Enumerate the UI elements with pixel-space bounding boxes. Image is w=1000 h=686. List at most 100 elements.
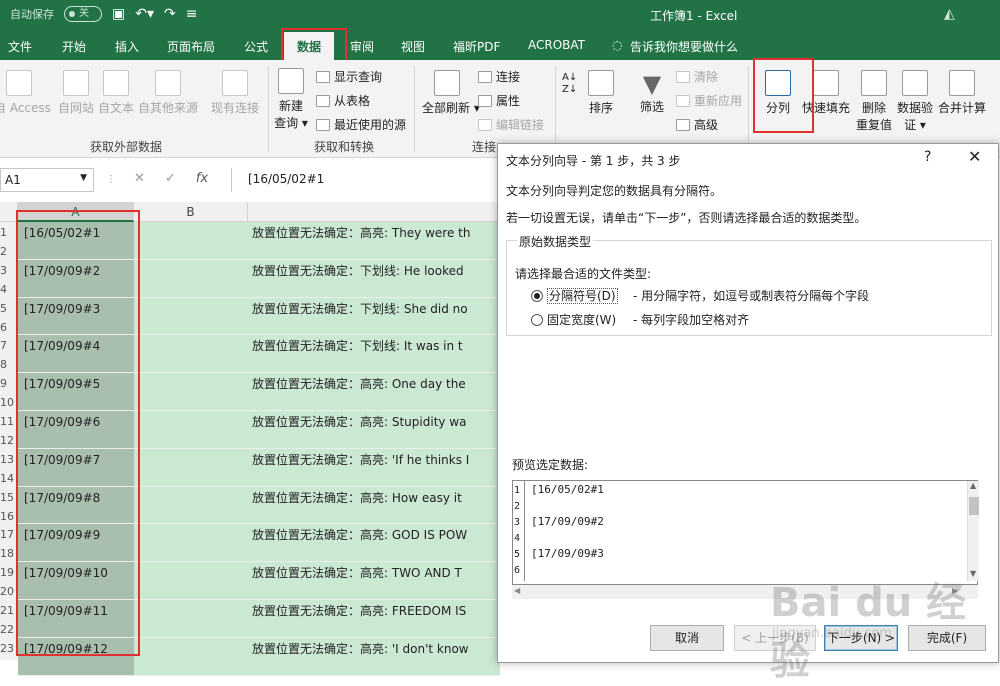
- group-label-connections: 连接: [472, 140, 497, 154]
- from-access-button[interactable]: 自 Access: [0, 70, 51, 116]
- cell-c[interactable]: 放置位置无法确定：下划线: She did no: [248, 297, 500, 336]
- cell-b[interactable]: [134, 448, 248, 487]
- advanced-filter-button[interactable]: 高级: [676, 116, 718, 133]
- recent-sources-icon: [316, 119, 330, 131]
- filter-icon: ▼: [642, 70, 662, 98]
- help-button[interactable]: ?: [924, 149, 931, 165]
- cell-b[interactable]: [134, 335, 248, 374]
- cell-b[interactable]: [134, 259, 248, 298]
- confirm-icon[interactable]: ✓: [165, 171, 176, 189]
- quick-access-toolbar: 自动保存 关 ▣ ↶▾ ↷ ≡: [10, 6, 197, 22]
- cell-b[interactable]: [134, 486, 248, 525]
- insert-function-icon[interactable]: fx: [196, 171, 208, 189]
- tab-acrobat[interactable]: ACROBAT: [528, 38, 585, 52]
- scroll-left-icon[interactable]: ◀: [514, 586, 520, 595]
- cell-c[interactable]: 放置位置无法确定：下划线: He looked: [248, 259, 500, 298]
- cell-b[interactable]: [134, 297, 248, 336]
- cell-c[interactable]: 放置位置无法确定：高亮: 'I don't know: [248, 637, 500, 676]
- cell-c[interactable]: 放置位置无法确定：高亮: FREEDOM IS: [248, 600, 500, 638]
- existing-connections-button[interactable]: 现有连接: [210, 70, 260, 116]
- account-icon[interactable]: ◭: [944, 6, 955, 22]
- cell-c[interactable]: 放置位置无法确定：高亮: They were th: [248, 222, 500, 260]
- delimited-radio[interactable]: [531, 290, 543, 302]
- show-queries-button[interactable]: 显示查询: [316, 68, 382, 85]
- column-header-c[interactable]: [248, 202, 500, 222]
- preview-line-number: 1: [514, 485, 521, 496]
- name-box[interactable]: A1 ▼: [0, 168, 94, 192]
- tell-me-search[interactable]: 告诉我你想要做什么: [630, 38, 738, 55]
- highlight-data-tab: [281, 28, 347, 64]
- from-other-sources-button[interactable]: 自其他来源: [138, 70, 198, 116]
- cell-c[interactable]: 放置位置无法确定：高亮: GOD IS POW: [248, 524, 500, 563]
- filter-button[interactable]: ▼ 筛选: [636, 70, 668, 115]
- cell-b[interactable]: [134, 600, 248, 638]
- formula-input[interactable]: [16/05/02#1: [248, 172, 324, 186]
- preview-line-number: 6: [514, 565, 521, 576]
- tab-home[interactable]: 开始: [62, 38, 86, 55]
- connections-small-icon: [478, 71, 492, 83]
- group-label-get-external: 获取外部数据: [90, 140, 163, 154]
- cell-c[interactable]: 放置位置无法确定：高亮: Stupidity wa: [248, 411, 500, 449]
- preview-vertical-scrollbar[interactable]: ▲ ▼: [967, 481, 979, 581]
- baidu-watermark-url: jingyan.baidu.com: [772, 626, 892, 641]
- redo-icon[interactable]: ↷: [164, 6, 176, 22]
- autosave-label: 自动保存: [10, 8, 54, 21]
- cell-b[interactable]: [134, 524, 248, 563]
- cell-c[interactable]: 放置位置无法确定：高亮: How easy it: [248, 486, 500, 525]
- refresh-all-button[interactable]: 全部刷新 ▾: [422, 70, 480, 116]
- column-header-b[interactable]: B: [134, 202, 248, 222]
- scroll-up-icon[interactable]: ▲: [970, 481, 976, 490]
- cancel-button[interactable]: 取消: [650, 625, 724, 651]
- from-web-button[interactable]: 自网站: [56, 70, 96, 116]
- cell-b[interactable]: [134, 637, 248, 676]
- choose-type-label: 请选择最合适的文件类型:: [515, 267, 652, 281]
- fixed-width-option[interactable]: 固定宽度(W): [531, 311, 616, 328]
- undo-icon[interactable]: ↶▾: [135, 6, 154, 22]
- data-validation-button[interactable]: 数据验证 ▾: [896, 70, 934, 133]
- edit-links-button[interactable]: 编辑链接: [478, 116, 544, 133]
- from-text-button[interactable]: 自文本: [96, 70, 136, 116]
- tab-page-layout[interactable]: 页面布局: [167, 38, 215, 55]
- tab-review[interactable]: 审阅: [350, 38, 374, 55]
- refresh-icon: [434, 70, 460, 96]
- recent-sources-button[interactable]: 最近使用的源: [316, 116, 406, 133]
- cell-c[interactable]: 放置位置无法确定：高亮: 'If he thinks I: [248, 448, 500, 487]
- cancel-icon[interactable]: ✕: [134, 171, 145, 189]
- remove-duplicates-button[interactable]: 删除 重复值: [852, 70, 896, 133]
- tab-view[interactable]: 视图: [401, 38, 425, 55]
- scroll-thumb[interactable]: [969, 497, 979, 515]
- original-data-type-group: 原始数据类型 请选择最合适的文件类型: 分隔符号(D) - 用分隔字符，如逗号或…: [506, 233, 992, 336]
- text-file-icon: [103, 70, 129, 96]
- cell-b[interactable]: [134, 373, 248, 411]
- web-icon: [63, 70, 89, 96]
- autosave-toggle[interactable]: 关: [64, 6, 102, 22]
- group-legend: 原始数据类型: [517, 233, 594, 250]
- chevron-down-icon[interactable]: ▼: [80, 173, 87, 183]
- preview-line-value: [17/09/09#3: [531, 547, 604, 560]
- cell-b[interactable]: [134, 411, 248, 449]
- new-query-button[interactable]: 新建 查询 ▾: [274, 68, 308, 131]
- tab-file[interactable]: 文件: [8, 38, 32, 55]
- cell-b[interactable]: [134, 222, 248, 260]
- cell-c[interactable]: 放置位置无法确定：高亮: One day the: [248, 373, 500, 411]
- sort-ascending-icon[interactable]: A↓ Z↓: [562, 72, 577, 96]
- tell-me-icon[interactable]: ◌: [612, 38, 622, 52]
- consolidate-button[interactable]: 合并计算: [936, 70, 988, 116]
- close-icon[interactable]: ✕: [968, 147, 981, 166]
- customize-qat-icon[interactable]: ≡: [186, 6, 198, 22]
- tab-formulas[interactable]: 公式: [244, 38, 268, 55]
- cell-c[interactable]: 放置位置无法确定：高亮: TWO AND T: [248, 562, 500, 600]
- clear-filter-button[interactable]: 清除: [676, 68, 718, 85]
- sort-button[interactable]: 排序: [584, 70, 618, 116]
- connections-button[interactable]: 连接: [478, 68, 520, 85]
- delimited-option[interactable]: 分隔符号(D): [531, 287, 618, 304]
- cell-c[interactable]: 放置位置无法确定：下划线: It was in t: [248, 335, 500, 374]
- tab-foxit-pdf[interactable]: 福昕PDF: [453, 38, 500, 55]
- save-icon[interactable]: ▣: [112, 6, 125, 22]
- tab-insert[interactable]: 插入: [115, 38, 139, 55]
- properties-button[interactable]: 属性: [478, 92, 520, 109]
- reapply-button[interactable]: 重新应用: [676, 92, 742, 109]
- fixed-width-radio[interactable]: [531, 314, 543, 326]
- cell-b[interactable]: [134, 562, 248, 600]
- from-table-button[interactable]: 从表格: [316, 92, 370, 109]
